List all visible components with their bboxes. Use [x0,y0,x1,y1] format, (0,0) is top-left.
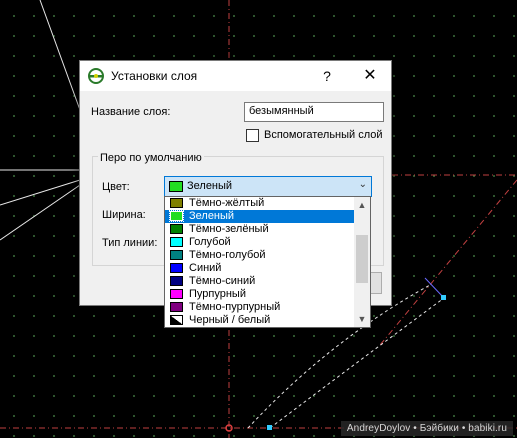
dropdown-scrollbar[interactable]: ▲ ▼ [354,197,370,327]
chevron-down-icon[interactable]: ⌄ [359,179,367,190]
color-option-label: Голубой [189,236,231,248]
color-option[interactable]: Тёмно-синий [165,275,354,288]
color-option-label: Синий [189,262,222,274]
color-option[interactable]: Пурпурный [165,288,354,301]
color-option[interactable]: Черный / белый [165,314,354,327]
color-option-swatch [170,198,183,208]
watermark: AndreyDoylov • Бэйбики • babiki.ru [340,421,513,436]
width-label: Ширина: [102,209,146,221]
chevron-down-icon[interactable]: ▼ [354,311,370,327]
auxiliary-layer-checkbox[interactable] [246,129,259,142]
dialog-title: Установки слоя [111,69,198,83]
color-option[interactable]: Голубой [165,236,354,249]
color-option-swatch [170,237,183,247]
auxiliary-layer-label: Вспомогательный слой [264,129,383,141]
color-option[interactable]: Тёмно-голубой [165,249,354,262]
scrollbar-thumb[interactable] [356,235,368,283]
color-option-swatch [170,289,183,299]
layer-icon [88,68,104,84]
color-swatch [169,181,183,192]
color-option-swatch [169,210,184,222]
color-list-items: Тёмно-жёлтый Зеленый Тёмно-зелёный Голубой Т… [165,197,354,327]
color-option-label: Тёмно-жёлтый [189,197,265,209]
layer-name-input[interactable]: безымянный [244,102,384,122]
color-option-swatch [170,263,183,273]
color-option-swatch [170,250,183,260]
color-option-label: Пурпурный [189,288,246,300]
color-option-label: Зеленый [189,210,235,222]
color-combobox-value: Зеленый [187,180,233,192]
color-label: Цвет: [102,181,130,193]
linetype-label: Тип линии: [102,237,158,249]
color-option-swatch [170,276,183,286]
color-option[interactable]: Тёмно-жёлтый [165,197,354,210]
help-button[interactable]: ? [315,64,339,88]
color-dropdown-list[interactable]: Тёмно-жёлтый Зеленый Тёмно-зелёный Голубой Т… [164,196,371,328]
color-option[interactable]: Синий [165,262,354,275]
color-option-swatch [170,315,183,325]
color-option-label: Тёмно-синий [189,275,256,287]
color-option-label: Тёмно-пурпурный [189,301,281,313]
color-option[interactable]: Зеленый [165,210,354,223]
color-option-label: Черный / белый [189,314,271,326]
chevron-up-icon[interactable]: ▲ [354,197,370,213]
close-button[interactable]: ✕ [358,64,382,88]
color-option-label: Тёмно-зелёный [189,223,269,235]
layer-name-label: Название слоя: [91,106,171,118]
default-pen-group-title: Перо по умолчанию [98,152,204,164]
color-combobox[interactable]: Зеленый ⌄ [164,176,372,197]
color-option-label: Тёмно-голубой [189,249,266,261]
dialog-titlebar[interactable]: Установки слоя ? ✕ [80,61,391,91]
color-option-swatch [170,302,183,312]
color-option-swatch [170,224,183,234]
color-option[interactable]: Тёмно-пурпурный [165,301,354,314]
color-option[interactable]: Тёмно-зелёный [165,223,354,236]
